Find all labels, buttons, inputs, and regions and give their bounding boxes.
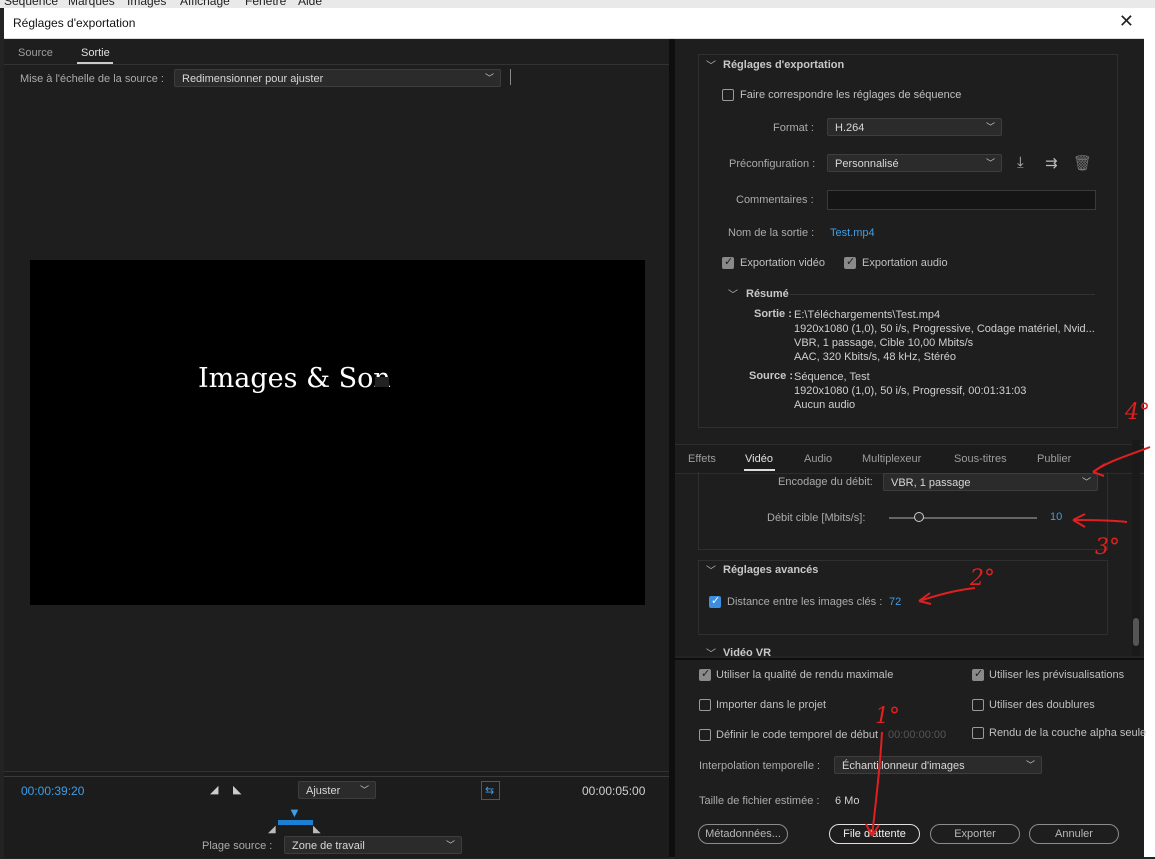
annotation-label-2: 2° bbox=[970, 566, 995, 591]
annotation-label-3: 3° bbox=[1095, 535, 1120, 560]
annotation-overlay bbox=[865, 446, 1151, 837]
annotation-arrow-4 bbox=[1092, 446, 1151, 473]
annotation-arrow-3 bbox=[1072, 519, 1128, 523]
annotation-label-4: 4° bbox=[1125, 400, 1150, 425]
annotation-arrow-1 bbox=[871, 731, 883, 837]
annotation-arrowhead-4 bbox=[1092, 463, 1106, 477]
annotation-label-1: 1° bbox=[875, 704, 900, 729]
